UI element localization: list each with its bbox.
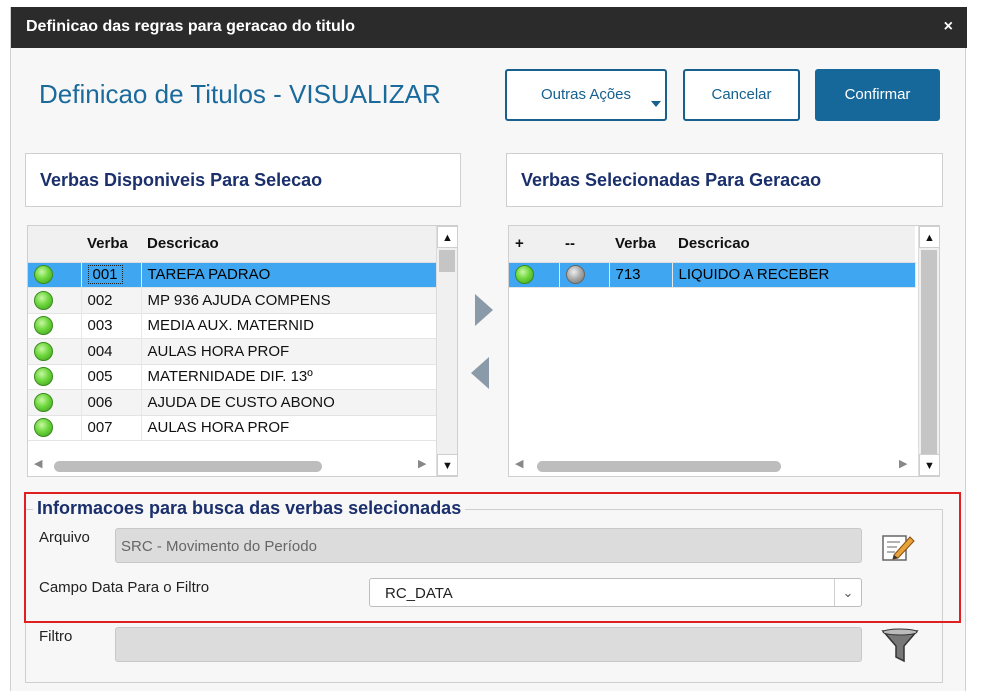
- cell-descricao: AJUDA DE CUSTO ABONO: [141, 389, 437, 416]
- filtro-field[interactable]: [115, 627, 862, 662]
- column-header-remove[interactable]: --: [559, 226, 609, 263]
- scroll-down-icon[interactable]: ▼: [919, 454, 939, 476]
- selected-panel-title: Verbas Selecionadas Para Geracao: [506, 153, 943, 207]
- cell-verba: 003: [81, 313, 142, 339]
- campo-data-select[interactable]: RC_DATA ⌄: [369, 578, 862, 607]
- vertical-scrollbar[interactable]: ▲ ▼: [436, 226, 457, 476]
- table-row[interactable]: 007 AULAS HORA PROF: [28, 415, 437, 441]
- arquivo-label: Arquivo: [39, 529, 90, 546]
- chevron-down-icon[interactable]: ⌄: [834, 579, 861, 606]
- info-section-title: Informacoes para busca das verbas seleci…: [33, 498, 466, 519]
- available-table: Verba Descricao 001 TAREFA PADRAO 002 MP…: [28, 226, 437, 441]
- green-ball-icon: [34, 367, 53, 387]
- green-ball-icon: [34, 341, 53, 361]
- move-right-icon[interactable]: [475, 294, 493, 326]
- column-header-verba[interactable]: Verba: [81, 226, 141, 263]
- page-title: Definicao de Titulos - VISUALIZAR: [39, 79, 441, 109]
- caret-down-icon: [651, 101, 661, 107]
- cell-descricao: MP 936 AJUDA COMPENS: [141, 287, 437, 314]
- cell-verba: 005: [81, 364, 142, 390]
- cell-descricao: TAREFA PADRAO: [141, 262, 437, 288]
- table-row[interactable]: 001 TAREFA PADRAO: [28, 262, 437, 288]
- cell-descricao: LIQUIDO A RECEBER: [672, 262, 916, 288]
- campo-data-value: RC_DATA: [385, 585, 453, 602]
- table-row[interactable]: 006 AJUDA DE CUSTO ABONO: [28, 389, 437, 416]
- cell-descricao: MEDIA AUX. MATERNID: [141, 313, 437, 339]
- table-row[interactable]: 002 MP 936 AJUDA COMPENS: [28, 287, 437, 314]
- campo-data-label: Campo Data Para o Filtro: [39, 579, 210, 596]
- table-row[interactable]: 003 MEDIA AUX. MATERNID: [28, 313, 437, 339]
- scroll-left-icon[interactable]: ◀: [515, 457, 523, 470]
- hscroll-thumb[interactable]: [54, 461, 322, 472]
- scroll-thumb[interactable]: [439, 250, 455, 272]
- scroll-right-icon[interactable]: ▶: [418, 457, 426, 470]
- table-row[interactable]: 004 AULAS HORA PROF: [28, 338, 437, 365]
- dialog: Definicao das regras para geracao do tit…: [10, 7, 967, 691]
- grey-ball-icon[interactable]: [565, 265, 585, 285]
- column-header-add[interactable]: +: [509, 226, 559, 263]
- cell-verba: 007: [81, 415, 142, 441]
- filter-icon[interactable]: [881, 627, 919, 670]
- selected-table: + -- Verba Descricao 713 LIQUIDO A RECEB…: [509, 226, 916, 288]
- move-left-icon[interactable]: [471, 357, 489, 389]
- column-header-descricao[interactable]: Descricao: [672, 226, 915, 263]
- outras-acoes-button[interactable]: Outras Ações: [505, 69, 667, 121]
- scroll-up-icon[interactable]: ▲: [437, 226, 457, 248]
- hscroll-thumb[interactable]: [537, 461, 781, 472]
- scroll-right-icon[interactable]: ▶: [899, 457, 907, 470]
- table-row[interactable]: 005 MATERNIDADE DIF. 13º: [28, 364, 437, 390]
- vertical-scrollbar[interactable]: ▲ ▼: [918, 226, 939, 476]
- cell-verba: 001: [87, 265, 123, 285]
- green-ball-icon: [34, 316, 53, 336]
- green-ball-icon: [34, 392, 53, 412]
- outras-acoes-label: Outras Ações: [540, 86, 632, 103]
- scroll-thumb[interactable]: [921, 250, 937, 455]
- edit-icon[interactable]: [881, 531, 915, 568]
- green-ball-icon: [34, 265, 53, 285]
- scroll-down-icon[interactable]: ▼: [437, 454, 457, 476]
- scroll-up-icon[interactable]: ▲: [919, 226, 939, 248]
- green-ball-icon[interactable]: [515, 265, 534, 285]
- available-panel-title: Verbas Disponiveis Para Selecao: [25, 153, 461, 207]
- window-title: Definicao das regras para geracao do tit…: [26, 18, 355, 35]
- column-header-verba[interactable]: Verba: [609, 226, 672, 263]
- scroll-left-icon[interactable]: ◀: [34, 457, 42, 470]
- confirm-button[interactable]: Confirmar: [815, 69, 940, 121]
- cell-descricao: AULAS HORA PROF: [141, 415, 437, 441]
- cell-verba: 002: [81, 287, 142, 314]
- cell-descricao: AULAS HORA PROF: [141, 338, 437, 365]
- green-ball-icon: [34, 290, 53, 310]
- cancel-button[interactable]: Cancelar: [683, 69, 800, 121]
- selected-grid[interactable]: + -- Verba Descricao 713 LIQUIDO A RECEB…: [508, 225, 940, 477]
- cell-verba: 004: [81, 338, 142, 365]
- available-grid[interactable]: Verba Descricao 001 TAREFA PADRAO 002 MP…: [27, 225, 458, 477]
- green-ball-icon: [34, 418, 53, 438]
- cell-descricao: MATERNIDADE DIF. 13º: [141, 364, 437, 390]
- filtro-label: Filtro: [39, 628, 73, 645]
- horizontal-scrollbar[interactable]: ◀ ▶: [28, 454, 436, 476]
- title-bar: Definicao das regras para geracao do tit…: [11, 7, 967, 48]
- arquivo-field[interactable]: SRC - Movimento do Período: [115, 528, 862, 563]
- cell-verba: 713: [609, 262, 673, 288]
- close-icon[interactable]: ×: [944, 18, 953, 36]
- horizontal-scrollbar[interactable]: ◀ ▶: [509, 454, 918, 476]
- column-header-descricao[interactable]: Descricao: [141, 226, 436, 263]
- cell-verba: 006: [81, 389, 142, 416]
- column-header-status[interactable]: [28, 226, 81, 263]
- table-row[interactable]: 713 LIQUIDO A RECEBER: [509, 262, 916, 288]
